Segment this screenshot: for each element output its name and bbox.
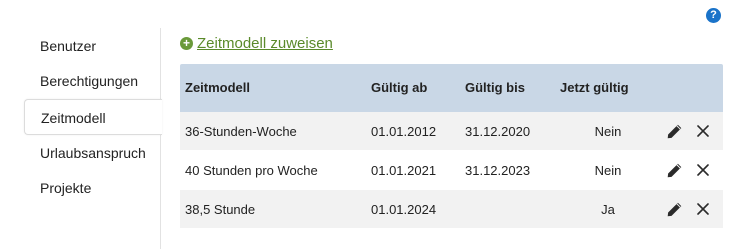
close-icon[interactable] xyxy=(697,125,709,137)
column-header-zeitmodell: Zeitmodell xyxy=(185,80,251,95)
table-row: 38,5 Stunde 01.01.2024 Ja xyxy=(180,190,723,229)
sidebar-divider xyxy=(160,28,161,249)
cell-jetzt-gueltig: Ja xyxy=(601,202,615,217)
pencil-icon[interactable] xyxy=(666,162,683,179)
sidebar-item-berechtigungen[interactable]: Berechtigungen xyxy=(24,63,161,99)
cell-gueltig-ab: 01.01.2021 xyxy=(371,163,437,178)
cell-jetzt-gueltig: Nein xyxy=(594,124,622,139)
cell-gueltig-ab: 01.01.2012 xyxy=(371,124,437,139)
help-icon[interactable]: ? xyxy=(706,8,721,23)
pencil-icon[interactable] xyxy=(666,123,683,140)
cell-gueltig-ab: 01.01.2024 xyxy=(371,202,437,217)
time-model-table: Zeitmodell Gültig ab Gültig bis Jetzt gü… xyxy=(180,64,723,229)
assign-time-model-label: Zeitmodell zuweisen xyxy=(197,34,333,52)
table-row: 40 Stunden pro Woche 01.01.2021 31.12.20… xyxy=(180,151,723,190)
cell-gueltig-bis: 31.12.2023 xyxy=(465,163,531,178)
close-icon[interactable] xyxy=(697,203,709,215)
sidebar-item-urlaubsanspruch[interactable]: Urlaubsanspruch xyxy=(24,135,161,171)
sidebar-item-projekte[interactable]: Projekte xyxy=(24,170,161,206)
close-icon[interactable] xyxy=(697,164,709,176)
sidebar-nav: Benutzer Berechtigungen Zeitmodell Urlau… xyxy=(24,28,162,249)
table-row: 36-Stunden-Woche 01.01.2012 31.12.2020 N… xyxy=(180,112,723,151)
plus-circle-icon: + xyxy=(180,36,193,50)
sidebar-item-benutzer[interactable]: Benutzer xyxy=(24,28,161,64)
column-header-jetzt-gueltig: Jetzt gültig xyxy=(560,80,629,95)
cell-jetzt-gueltig: Nein xyxy=(594,163,622,178)
table-header: Zeitmodell Gültig ab Gültig bis Jetzt gü… xyxy=(180,64,723,112)
sidebar-item-zeitmodell[interactable]: Zeitmodell xyxy=(24,99,162,135)
cell-gueltig-bis: 31.12.2020 xyxy=(465,124,531,139)
column-header-gueltig-bis: Gültig bis xyxy=(465,80,525,95)
assign-time-model-link[interactable]: + Zeitmodell zuweisen xyxy=(180,33,333,53)
cell-zeitmodell: 40 Stunden pro Woche xyxy=(185,163,318,178)
cell-zeitmodell: 38,5 Stunde xyxy=(185,202,256,217)
column-header-gueltig-ab: Gültig ab xyxy=(371,80,428,95)
pencil-icon[interactable] xyxy=(666,201,683,218)
cell-zeitmodell: 36-Stunden-Woche xyxy=(185,124,297,139)
